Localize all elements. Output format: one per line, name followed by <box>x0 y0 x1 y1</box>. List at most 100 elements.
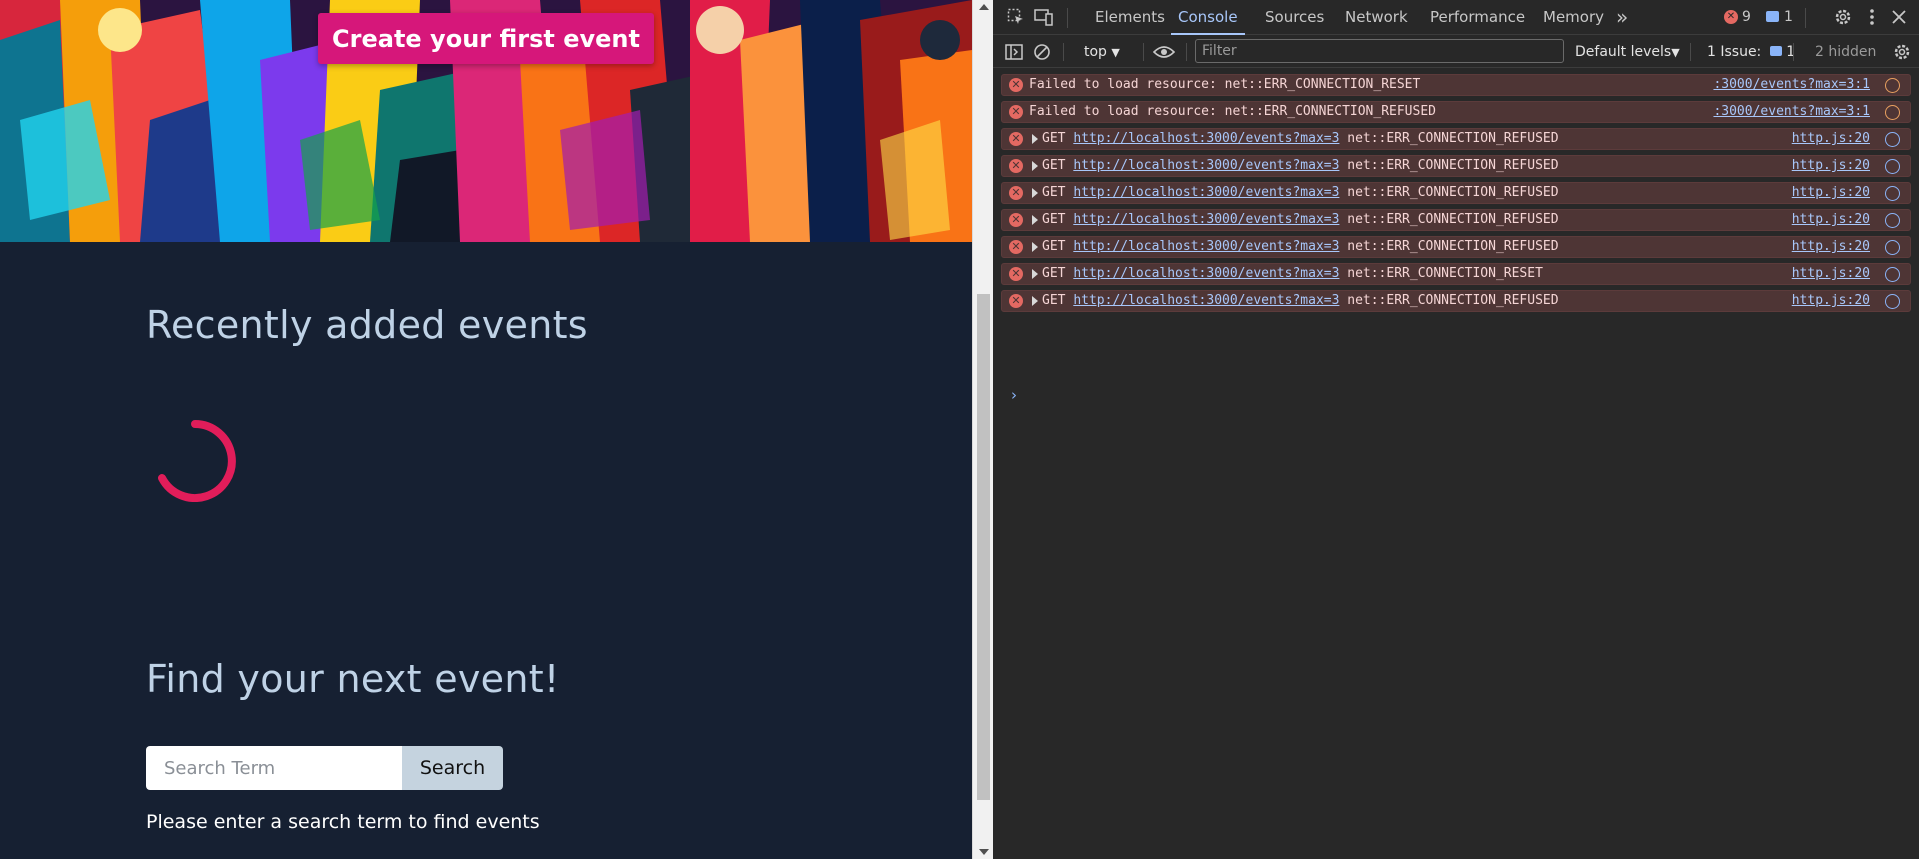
hero-banner: Create your first event <box>0 0 972 242</box>
source-context-icon[interactable] <box>1885 105 1900 120</box>
close-icon[interactable] <box>1886 4 1912 30</box>
toolbar-separator <box>1063 43 1064 61</box>
console-error-row[interactable]: ✕ GET http://localhost:3000/events?max=3 … <box>1001 128 1911 150</box>
tab-network[interactable]: Network <box>1345 0 1408 35</box>
tab-sources[interactable]: Sources <box>1265 0 1324 35</box>
message-icon[interactable] <box>1766 11 1779 22</box>
source-context-icon[interactable] <box>1885 132 1900 147</box>
more-vertical-icon[interactable] <box>1859 4 1885 30</box>
console-message: GET http://localhost:3000/events?max=3 n… <box>1042 266 1543 281</box>
create-first-event-button[interactable]: Create your first event <box>318 13 654 64</box>
request-url-link[interactable]: http://localhost:3000/events?max=3 <box>1073 293 1339 308</box>
search-input[interactable] <box>146 746 402 790</box>
context-label: top <box>1084 44 1107 60</box>
tab-elements[interactable]: Elements <box>1095 0 1165 35</box>
request-method: GET <box>1042 131 1066 146</box>
error-icon: ✕ <box>1009 105 1023 119</box>
request-method: GET <box>1042 185 1066 200</box>
source-link[interactable]: http.js:20 <box>1792 212 1870 227</box>
gear-icon[interactable] <box>1830 4 1856 30</box>
error-icon: ✕ <box>1009 240 1023 254</box>
issues-label: 1 Issue: <box>1707 44 1762 60</box>
scroll-down-icon[interactable] <box>979 849 989 855</box>
expand-arrow-icon[interactable] <box>1032 134 1038 144</box>
search-button[interactable]: Search <box>402 746 503 790</box>
message-count[interactable]: 1 <box>1784 0 1793 35</box>
source-link[interactable]: http.js:20 <box>1792 239 1870 254</box>
source-link[interactable]: :3000/events?max=3:1 <box>1713 104 1870 119</box>
request-url-link[interactable]: http://localhost:3000/events?max=3 <box>1073 185 1339 200</box>
request-status: net::ERR_CONNECTION_RESET <box>1347 266 1543 281</box>
context-selector[interactable]: top ▼ <box>1084 36 1120 68</box>
error-icon: ✕ <box>1009 294 1023 308</box>
console-error-row[interactable]: ✕ GET http://localhost:3000/events?max=3 … <box>1001 290 1911 312</box>
request-method: GET <box>1042 266 1066 281</box>
expand-arrow-icon[interactable] <box>1032 215 1038 225</box>
eye-icon[interactable] <box>1151 39 1177 65</box>
scrollbar-thumb[interactable] <box>977 294 990 800</box>
request-url-link[interactable]: http://localhost:3000/events?max=3 <box>1073 131 1339 146</box>
source-context-icon[interactable] <box>1885 78 1900 93</box>
recently-added-heading: Recently added events <box>146 303 588 347</box>
issues-button[interactable]: 1 Issue: 1 <box>1707 36 1795 68</box>
console-message: Failed to load resource: net::ERR_CONNEC… <box>1029 77 1421 92</box>
console-filter-input[interactable] <box>1195 39 1564 63</box>
error-icon: ✕ <box>1009 78 1023 92</box>
source-context-icon[interactable] <box>1885 186 1900 201</box>
console-error-row[interactable]: ✕ GET http://localhost:3000/events?max=3 … <box>1001 263 1911 285</box>
spinner-icon <box>158 420 236 502</box>
source-link[interactable]: http.js:20 <box>1792 293 1870 308</box>
console-error-row[interactable]: ✕ GET http://localhost:3000/events?max=3 … <box>1001 182 1911 204</box>
expand-arrow-icon[interactable] <box>1032 161 1038 171</box>
toolbar-separator-4 <box>1690 43 1691 61</box>
tab-memory[interactable]: Memory <box>1543 0 1604 35</box>
console-prompt[interactable]: › <box>1011 386 1017 404</box>
toolbar-separator-3 <box>1186 43 1187 61</box>
console-error-row[interactable]: ✕ GET http://localhost:3000/events?max=3 … <box>1001 236 1911 258</box>
request-url-link[interactable]: http://localhost:3000/events?max=3 <box>1073 158 1339 173</box>
console-message: GET http://localhost:3000/events?max=3 n… <box>1042 293 1559 308</box>
toolbar-separator-5 <box>1793 43 1794 61</box>
scroll-up-icon[interactable] <box>979 4 989 10</box>
request-url-link[interactable]: http://localhost:3000/events?max=3 <box>1073 266 1339 281</box>
source-link[interactable]: http.js:20 <box>1792 131 1870 146</box>
source-link[interactable]: http.js:20 <box>1792 266 1870 281</box>
console-error-row[interactable]: ✕ GET http://localhost:3000/events?max=3 … <box>1001 155 1911 177</box>
device-toolbar-icon[interactable] <box>1031 4 1057 30</box>
expand-arrow-icon[interactable] <box>1032 269 1038 279</box>
log-levels-dropdown[interactable]: Default levels▼ <box>1575 36 1680 68</box>
console-error-row: ✕ Failed to load resource: net::ERR_CONNE… <box>1001 101 1911 123</box>
source-context-icon[interactable] <box>1885 159 1900 174</box>
chevron-down-icon: ▼ <box>1111 46 1120 59</box>
error-icon[interactable]: ✕ <box>1724 10 1738 24</box>
console-error-row[interactable]: ✕ GET http://localhost:3000/events?max=3 … <box>1001 209 1911 231</box>
inspect-element-icon[interactable] <box>1003 4 1029 30</box>
expand-arrow-icon[interactable] <box>1032 296 1038 306</box>
web-page: Create your first event Recently added e… <box>0 0 972 859</box>
source-link[interactable]: http.js:20 <box>1792 185 1870 200</box>
source-context-icon[interactable] <box>1885 294 1900 309</box>
source-link[interactable]: :3000/events?max=3:1 <box>1713 77 1870 92</box>
source-link[interactable]: http.js:20 <box>1792 158 1870 173</box>
console-error-row: ✕ Failed to load resource: net::ERR_CONNE… <box>1001 74 1911 96</box>
error-count[interactable]: 9 <box>1742 0 1751 35</box>
console-message: GET http://localhost:3000/events?max=3 n… <box>1042 239 1559 254</box>
expand-arrow-icon[interactable] <box>1032 188 1038 198</box>
tab-performance[interactable]: Performance <box>1430 0 1525 35</box>
console-output: ✕Failed to load resource: net::ERR_CONNE… <box>993 70 1919 859</box>
sidebar-toggle-icon[interactable] <box>1001 39 1027 65</box>
console-message: GET http://localhost:3000/events?max=3 n… <box>1042 212 1559 227</box>
tab-console[interactable]: Console <box>1171 0 1245 35</box>
page-scrollbar[interactable] <box>972 0 993 859</box>
clear-console-icon[interactable] <box>1029 39 1055 65</box>
source-context-icon[interactable] <box>1885 213 1900 228</box>
source-context-icon[interactable] <box>1885 267 1900 282</box>
error-icon: ✕ <box>1009 159 1023 173</box>
source-context-icon[interactable] <box>1885 240 1900 255</box>
request-url-link[interactable]: http://localhost:3000/events?max=3 <box>1073 212 1339 227</box>
settings-icon[interactable] <box>1889 39 1915 65</box>
more-tabs-icon[interactable]: » <box>1616 0 1628 35</box>
request-url-link[interactable]: http://localhost:3000/events?max=3 <box>1073 239 1339 254</box>
console-message: Failed to load resource: net::ERR_CONNEC… <box>1029 104 1436 119</box>
expand-arrow-icon[interactable] <box>1032 242 1038 252</box>
